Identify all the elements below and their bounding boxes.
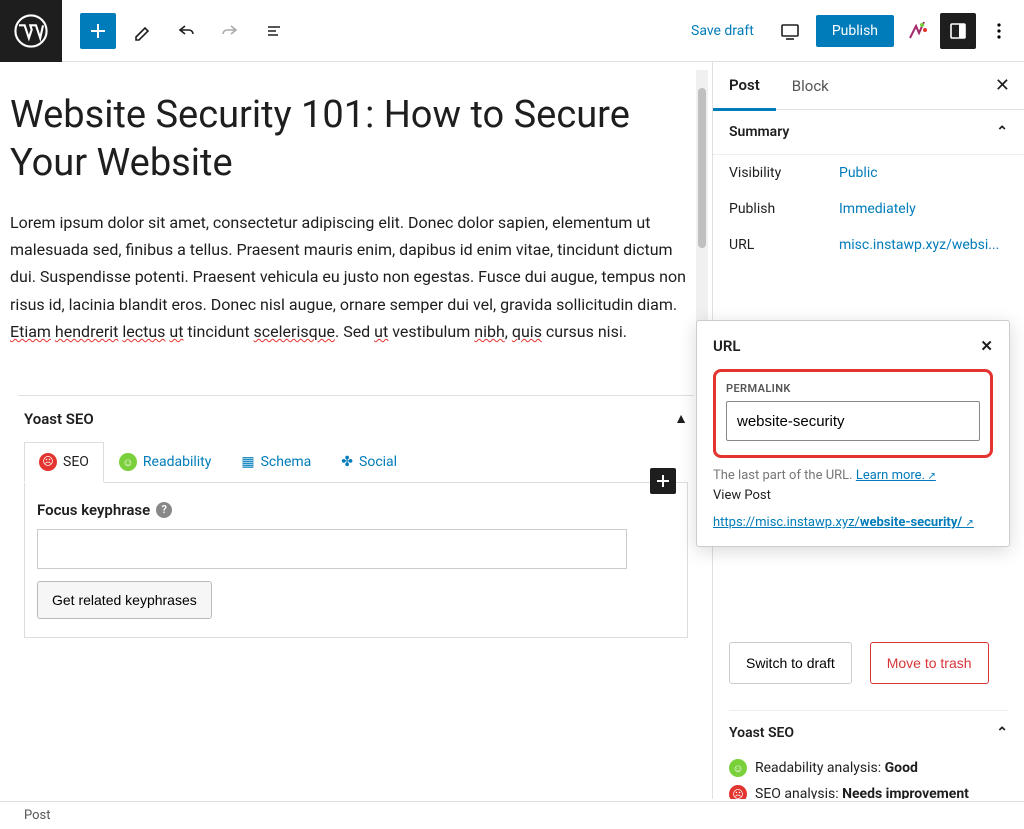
url-popover: URL ✕ PERMALINK The last part of the URL… — [696, 320, 1010, 547]
external-link-icon: ↗ — [965, 518, 973, 529]
permalink-input[interactable] — [726, 401, 980, 441]
close-sidebar-button[interactable]: ✕ — [981, 75, 1024, 96]
grid-icon: ▦ — [241, 454, 254, 470]
tab-readability[interactable]: ☺ Readability — [104, 442, 226, 482]
summary-panel-header[interactable]: Summary ⌃ — [729, 124, 1008, 140]
sidebar-toggle-button[interactable] — [940, 13, 976, 49]
top-toolbar: Save draft Publish — [0, 0, 1024, 62]
url-value[interactable]: misc.instawp.xyz/websi... — [839, 237, 999, 253]
scrollbar-thumb[interactable] — [698, 88, 706, 248]
outline-button[interactable] — [256, 13, 292, 49]
insert-block-button[interactable] — [650, 468, 676, 494]
yoast-icon[interactable] — [902, 16, 932, 46]
seo-analysis-line: ☹ SEO analysis: Needs improvement — [729, 781, 1008, 799]
post-body[interactable]: Lorem ipsum dolor sit amet, consectetur … — [10, 209, 702, 345]
publish-row[interactable]: Publish Immediately — [713, 191, 1024, 227]
publish-button[interactable]: Publish — [816, 15, 894, 47]
focus-keyphrase-label: Focus keyphrase ? — [37, 501, 675, 519]
move-to-trash-button[interactable]: Move to trash — [870, 642, 989, 684]
permalink-highlight-box: PERMALINK — [713, 369, 993, 458]
external-link-icon: ↗ — [925, 471, 936, 482]
sidebar-yoast-header[interactable]: Yoast SEO ⌃ — [729, 710, 1008, 755]
learn-more-link[interactable]: Learn more. ↗ — [856, 468, 936, 483]
add-block-button[interactable] — [80, 13, 116, 49]
switch-to-draft-button[interactable]: Switch to draft — [729, 642, 852, 684]
tab-post[interactable]: Post — [713, 62, 776, 111]
breadcrumb[interactable]: Post — [24, 808, 51, 823]
editor-canvas[interactable]: Website Security 101: How to Secure Your… — [0, 62, 712, 799]
view-post-link[interactable]: View Post — [713, 488, 771, 503]
tab-social[interactable]: ✤ Social — [326, 442, 412, 482]
popover-title: URL — [713, 337, 741, 355]
options-menu-button[interactable] — [984, 13, 1014, 49]
full-permalink-link[interactable]: https://misc.instawp.xyz/website-securit… — [713, 515, 993, 530]
preview-button[interactable] — [772, 13, 808, 49]
help-icon[interactable]: ? — [156, 502, 172, 518]
happy-face-icon: ☺ — [119, 453, 137, 471]
url-row[interactable]: URL misc.instawp.xyz/websi... — [713, 227, 1024, 263]
permalink-hint: The last part of the URL. Learn more. ↗ … — [713, 466, 993, 505]
post-title[interactable]: Website Security 101: How to Secure Your… — [10, 92, 702, 187]
sad-face-icon: ☹ — [39, 453, 57, 471]
redo-button[interactable] — [212, 13, 248, 49]
visibility-value[interactable]: Public — [839, 165, 878, 181]
tab-block[interactable]: Block — [776, 63, 845, 109]
share-icon: ✤ — [341, 454, 353, 470]
visibility-row[interactable]: Visibility Public — [713, 155, 1024, 191]
edit-tool-button[interactable] — [124, 13, 160, 49]
yoast-metabox-title: Yoast SEO — [24, 410, 94, 428]
happy-face-icon: ☺ — [729, 759, 747, 777]
related-keyphrases-button[interactable]: Get related keyphrases — [37, 581, 212, 619]
save-draft-link[interactable]: Save draft — [681, 17, 764, 45]
breadcrumb-bar: Post — [0, 801, 1024, 829]
sad-face-icon: ☹ — [729, 785, 747, 799]
close-popover-button[interactable]: ✕ — [980, 337, 993, 355]
wordpress-logo[interactable] — [0, 0, 62, 62]
tab-schema[interactable]: ▦ Schema — [226, 442, 326, 482]
chevron-up-icon: ⌃ — [996, 725, 1008, 741]
publish-value[interactable]: Immediately — [839, 201, 916, 217]
chevron-up-icon: ⌃ — [996, 124, 1008, 140]
yoast-metabox: Yoast SEO ▲ ☹ SEO ☺ Readability ▦ Schema… — [18, 395, 694, 638]
collapse-icon: ▲ — [674, 410, 688, 427]
readability-analysis-line: ☺ Readability analysis: Good — [729, 755, 1008, 781]
yoast-metabox-header[interactable]: Yoast SEO ▲ — [18, 396, 694, 442]
permalink-label: PERMALINK — [726, 382, 980, 395]
tab-seo[interactable]: ☹ SEO — [24, 442, 104, 483]
focus-keyphrase-input[interactable] — [37, 529, 627, 569]
undo-button[interactable] — [168, 13, 204, 49]
